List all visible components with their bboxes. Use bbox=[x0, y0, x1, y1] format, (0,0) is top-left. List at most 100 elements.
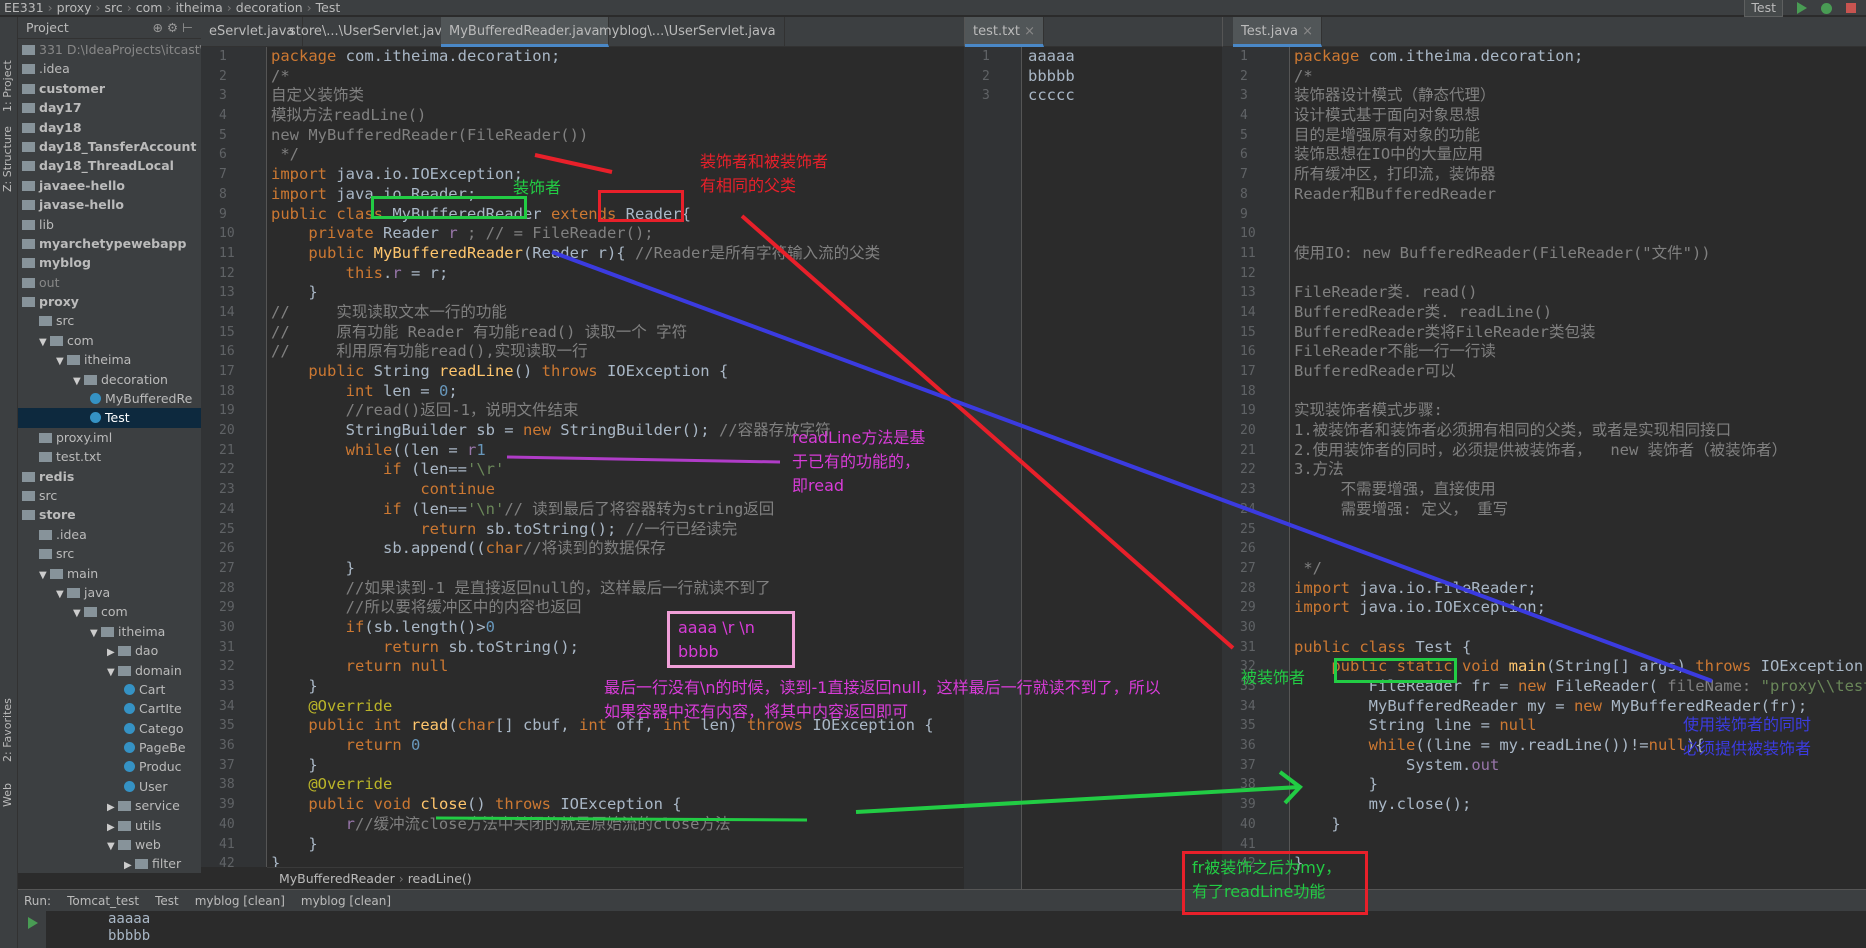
tree-item[interactable]: myblog bbox=[18, 253, 201, 272]
tree-item[interactable]: src bbox=[18, 311, 201, 330]
breadcrumb-item[interactable]: itheima bbox=[175, 0, 222, 16]
tree-item[interactable]: proxy.iml bbox=[18, 428, 201, 447]
tree-item[interactable]: .idea bbox=[18, 525, 201, 544]
breadcrumb-item[interactable]: src bbox=[105, 0, 123, 16]
breadcrumb-class[interactable]: MyBufferedReader bbox=[279, 871, 395, 886]
project-panel-title[interactable]: Project bbox=[26, 20, 69, 35]
tree-item[interactable]: ▼ main bbox=[18, 564, 201, 583]
tree-item[interactable]: Produc bbox=[18, 757, 201, 776]
tree-item[interactable]: ▼ web bbox=[18, 835, 201, 854]
tree-item[interactable]: javase-hello bbox=[18, 195, 201, 214]
tree-item[interactable]: ▶ service bbox=[18, 796, 201, 815]
tree-item[interactable]: myarchetypewebapp bbox=[18, 234, 201, 253]
tree-item[interactable]: src bbox=[18, 544, 201, 563]
editor-tab[interactable]: MyBufferedReader.java bbox=[441, 17, 609, 47]
stop-icon[interactable] bbox=[1846, 3, 1856, 13]
code-line: 实现装饰者模式步骤: bbox=[1294, 401, 1866, 421]
tree-item[interactable]: Catego bbox=[18, 719, 201, 738]
tree-item[interactable]: ▶ utils bbox=[18, 816, 201, 835]
line-number: 31 bbox=[1240, 639, 1256, 655]
expand-arrow-icon[interactable]: ▼ bbox=[56, 585, 67, 604]
structure-tool-button[interactable]: Z: Structure bbox=[1, 126, 14, 192]
tree-item[interactable]: MyBufferedRe bbox=[18, 389, 201, 408]
expand-arrow-icon[interactable]: ▼ bbox=[73, 604, 84, 623]
run-tab[interactable]: myblog [clean] bbox=[195, 894, 285, 908]
expand-arrow-icon[interactable]: ▶ bbox=[124, 856, 135, 873]
code-token: 自定义装饰类 bbox=[271, 86, 365, 105]
web-tool-button[interactable]: Web bbox=[1, 783, 14, 807]
expand-arrow-icon[interactable]: ▼ bbox=[56, 352, 67, 371]
code-token: while bbox=[1368, 736, 1416, 755]
tree-item[interactable]: ▶ dao bbox=[18, 641, 201, 660]
expand-arrow-icon[interactable]: ▼ bbox=[73, 372, 84, 391]
breadcrumb-item[interactable]: proxy bbox=[57, 0, 92, 16]
tree-item[interactable]: CartIte bbox=[18, 699, 201, 718]
tree-item[interactable]: ▼ decoration bbox=[18, 370, 201, 389]
expand-arrow-icon[interactable]: ▶ bbox=[107, 798, 118, 817]
line-number: 41 bbox=[219, 836, 235, 852]
code-token: //所以要将缓冲区中的内容也返回 bbox=[345, 598, 582, 617]
tree-item[interactable]: javaee-hello bbox=[18, 176, 201, 195]
tree-item[interactable]: test.txt bbox=[18, 447, 201, 466]
tree-item[interactable]: ▼ domain bbox=[18, 661, 201, 680]
debug-icon[interactable] bbox=[1821, 2, 1832, 14]
run-tab[interactable]: myblog [clean] bbox=[301, 894, 391, 908]
tree-item[interactable]: 331 D:\IdeaProjects\itcast\EE33 bbox=[18, 40, 201, 59]
tree-item[interactable]: ▼ java bbox=[18, 583, 201, 602]
tree-item[interactable]: day18_TansferAccount bbox=[18, 137, 201, 156]
tree-item[interactable]: day18 bbox=[18, 118, 201, 137]
tab-test-txt[interactable]: test.txt × bbox=[965, 17, 1045, 47]
tree-item[interactable]: ▼ itheima bbox=[18, 622, 201, 641]
tree-item[interactable]: User bbox=[18, 777, 201, 796]
expand-arrow-icon[interactable]: ▼ bbox=[90, 624, 101, 643]
panel-settings-icon[interactable]: ⊕ ⚙ ⊢ bbox=[152, 17, 193, 39]
expand-arrow-icon[interactable]: ▶ bbox=[107, 643, 118, 662]
expand-arrow-icon[interactable]: ▼ bbox=[107, 663, 118, 682]
run-tab[interactable]: Tomcat_test bbox=[67, 894, 139, 908]
breadcrumb-method[interactable]: readLine() bbox=[408, 871, 472, 886]
tree-item[interactable]: PageBe bbox=[18, 738, 201, 757]
breadcrumb-separator: › bbox=[126, 0, 132, 15]
favorites-tool-button[interactable]: 2: Favorites bbox=[1, 698, 14, 762]
class-icon bbox=[124, 722, 135, 734]
editor-tabs-mid: test.txt × bbox=[964, 17, 1222, 47]
tree-item-label: src bbox=[56, 313, 75, 329]
tree-item[interactable]: ▼ itheima bbox=[18, 350, 201, 369]
tab-test-java[interactable]: Test.java × bbox=[1233, 17, 1323, 47]
expand-arrow-icon[interactable]: ▼ bbox=[107, 837, 118, 856]
line-number: 2 bbox=[219, 68, 227, 84]
tree-item[interactable]: redis bbox=[18, 467, 201, 486]
tree-item[interactable]: ▼ com bbox=[18, 331, 201, 350]
tree-item[interactable]: lib bbox=[18, 215, 201, 234]
editor-tab[interactable]: myblog\...\UserServlet.java bbox=[591, 17, 785, 47]
tree-item[interactable]: out bbox=[18, 273, 201, 292]
project-tool-button[interactable]: 1: Project bbox=[1, 60, 14, 112]
expand-arrow-icon[interactable]: ▼ bbox=[39, 566, 50, 585]
tree-item[interactable]: day18_ThreadLocal bbox=[18, 156, 201, 175]
text-editor-mid[interactable]: aaaaa bbbbb ccccc bbox=[1022, 47, 1222, 889]
run-config-select[interactable]: Test bbox=[1744, 0, 1783, 17]
tree-item[interactable]: proxy bbox=[18, 292, 201, 311]
breadcrumb-item[interactable]: Test bbox=[316, 0, 341, 16]
rerun-icon[interactable] bbox=[28, 917, 38, 929]
run-icon[interactable] bbox=[1797, 2, 1807, 14]
tree-item[interactable]: customer bbox=[18, 79, 201, 98]
tree-item[interactable]: store bbox=[18, 505, 201, 524]
tree-item[interactable]: ▶ filter bbox=[18, 854, 201, 873]
tree-item[interactable]: .idea bbox=[18, 59, 201, 78]
code-token: if bbox=[382, 499, 411, 518]
editor-tab[interactable]: store\...\UserServlet.java bbox=[281, 17, 460, 47]
tree-item[interactable]: ▼ com bbox=[18, 602, 201, 621]
code-editor-right[interactable]: package com.itheima.decoration;/* 装饰器设计模式… bbox=[1290, 47, 1866, 889]
code-token: new bbox=[1517, 677, 1556, 695]
breadcrumb-item[interactable]: com bbox=[136, 0, 163, 16]
run-tab[interactable]: Test bbox=[155, 894, 179, 908]
breadcrumb-item[interactable]: EE331 bbox=[4, 0, 44, 16]
tree-item[interactable]: src bbox=[18, 486, 201, 505]
tree-item[interactable]: Cart bbox=[18, 680, 201, 699]
tree-item[interactable]: Test bbox=[18, 408, 201, 428]
expand-arrow-icon[interactable]: ▼ bbox=[39, 333, 50, 352]
breadcrumb-item[interactable]: decoration bbox=[236, 0, 303, 16]
tree-item[interactable]: day17 bbox=[18, 98, 201, 117]
